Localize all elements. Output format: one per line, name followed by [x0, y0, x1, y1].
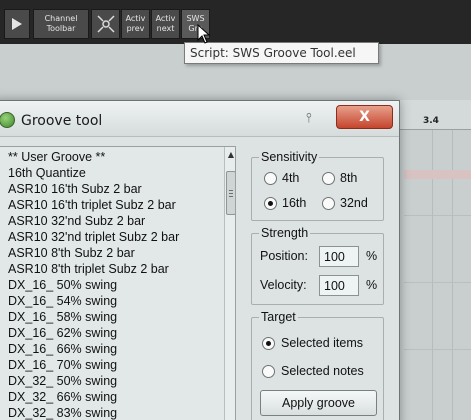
groove-list-item[interactable]: ASR10 8'th triplet Subz 2 bar: [8, 262, 169, 276]
selected-track-highlight: [404, 170, 471, 179]
groove-list-item[interactable]: DX_32_ 50% swing: [8, 374, 117, 388]
mouse-pointer-icon: [197, 24, 211, 44]
radio-4th[interactable]: [264, 172, 277, 185]
window-titlebar[interactable]: Groove tool ⫯ X: [0, 101, 399, 137]
close-button[interactable]: X: [336, 105, 393, 129]
activ-next-button[interactable]: Activ next: [151, 9, 180, 39]
crosshair-grid-icon: [96, 15, 115, 33]
radio-16th-label: 16th: [282, 196, 307, 210]
ruler-marker-label: 3.4: [423, 116, 439, 126]
radio-selected-notes[interactable]: [262, 365, 275, 378]
target-label: Target: [259, 310, 298, 324]
strength-group: Strength Position: 100 % Velocity: 100 %: [251, 226, 384, 305]
groove-list-item[interactable]: DX_16_ 50% swing: [8, 278, 117, 292]
channel-toolbar-button[interactable]: Channel Toolbar: [33, 9, 89, 39]
velocity-unit: %: [366, 278, 378, 292]
target-group: Target Selected items Selected notes App…: [251, 310, 384, 420]
tooltip: Script: SWS Groove Tool.eel: [184, 42, 379, 64]
track-divider: [404, 215, 471, 216]
pin-icon[interactable]: ⫯: [306, 111, 312, 126]
groove-list-item[interactable]: ASR10 16'th Subz 2 bar: [8, 182, 142, 196]
scroll-up-arrow-icon[interactable]: ▲: [225, 149, 235, 161]
radio-16th[interactable]: [264, 197, 277, 210]
groove-list-item[interactable]: ** User Groove **: [8, 150, 105, 164]
groove-tool-window: Groove tool ⫯ X ** User Groove ** 16th Qu…: [0, 100, 400, 420]
groove-list-item[interactable]: DX_32_ 66% swing: [8, 390, 117, 404]
main-toolbar: Channel Toolbar Activ prev Activ next SW…: [0, 0, 471, 44]
groove-list-item[interactable]: ASR10 8'th Subz 2 bar: [8, 246, 135, 260]
window-title: Groove tool: [21, 113, 103, 129]
scroll-thumb[interactable]: [226, 171, 235, 215]
groove-list-item[interactable]: DX_16_ 62% swing: [8, 326, 117, 340]
radio-32nd[interactable]: [322, 197, 335, 210]
app-globe-icon: [0, 112, 15, 128]
groove-list-item[interactable]: DX_32_ 83% swing: [8, 406, 117, 420]
groove-list-item[interactable]: DX_16_ 66% swing: [8, 342, 117, 356]
groove-list-item[interactable]: 16th Quantize: [8, 166, 86, 180]
groove-list-item[interactable]: ASR10 32'nd triplet Subz 2 bar: [8, 230, 179, 244]
track-divider: [404, 282, 471, 283]
radio-selected-notes-label: Selected notes: [281, 364, 364, 378]
strength-label: Strength: [259, 226, 311, 240]
track-divider: [404, 349, 471, 350]
velocity-label: Velocity:: [260, 278, 307, 292]
radio-8th-label: 8th: [340, 171, 358, 185]
radio-8th[interactable]: [322, 172, 335, 185]
position-unit: %: [366, 249, 378, 263]
list-scrollbar[interactable]: ▲: [224, 147, 235, 420]
groove-list-item[interactable]: DX_16_ 70% swing: [8, 358, 117, 372]
play-button[interactable]: [4, 9, 30, 39]
apply-groove-button[interactable]: Apply groove: [260, 390, 377, 416]
position-field[interactable]: 100: [319, 246, 359, 267]
grid-tool-button[interactable]: [91, 9, 120, 39]
play-icon: [12, 18, 22, 30]
radio-32nd-label: 32nd: [340, 196, 368, 210]
groove-list[interactable]: ** User Groove ** 16th Quantize ASR10 16't…: [0, 146, 236, 420]
radio-selected-items-label: Selected items: [281, 336, 363, 350]
groove-list-item[interactable]: DX_16_ 58% swing: [8, 310, 117, 324]
radio-4th-label: 4th: [282, 171, 300, 185]
groove-list-item[interactable]: ASR10 32'nd Subz 2 bar: [8, 214, 145, 228]
sensitivity-label: Sensitivity: [259, 150, 320, 164]
sensitivity-group: Sensitivity 4th 8th 16th 32nd: [251, 150, 384, 221]
position-label: Position:: [260, 249, 308, 263]
velocity-field[interactable]: 100: [319, 275, 359, 296]
groove-list-item[interactable]: ASR10 16'th triplet Subz 2 bar: [8, 198, 176, 212]
radio-selected-items[interactable]: [262, 337, 275, 350]
groove-list-item[interactable]: DX_16_ 54% swing: [8, 294, 117, 308]
activ-prev-button[interactable]: Activ prev: [121, 9, 150, 39]
